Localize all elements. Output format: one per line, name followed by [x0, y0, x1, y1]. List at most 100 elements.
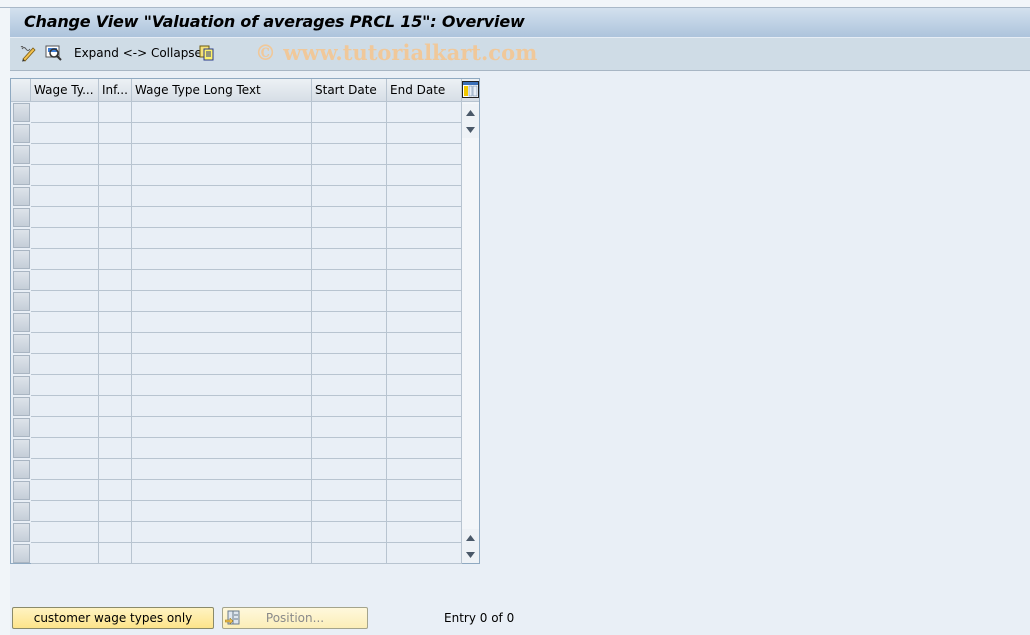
- table-cell[interactable]: [31, 480, 99, 501]
- table-cell[interactable]: [99, 333, 132, 354]
- table-cell[interactable]: [387, 480, 462, 501]
- row-selector[interactable]: [13, 397, 30, 416]
- table-cell[interactable]: [31, 228, 99, 249]
- table-cell[interactable]: [31, 249, 99, 270]
- row-selector[interactable]: [13, 250, 30, 269]
- table-cell[interactable]: [99, 354, 132, 375]
- table-cell[interactable]: [99, 438, 132, 459]
- table-cell[interactable]: [312, 249, 387, 270]
- table-cell[interactable]: [132, 354, 312, 375]
- row-selector[interactable]: [13, 439, 30, 458]
- table-cell[interactable]: [132, 438, 312, 459]
- table-cell[interactable]: [312, 375, 387, 396]
- find-button[interactable]: [45, 44, 63, 62]
- table-cell[interactable]: [31, 312, 99, 333]
- table-cell[interactable]: [312, 291, 387, 312]
- table-cell[interactable]: [387, 228, 462, 249]
- table-cell[interactable]: [31, 207, 99, 228]
- table-cell[interactable]: [31, 333, 99, 354]
- table-cell[interactable]: [31, 102, 99, 123]
- table-cell[interactable]: [312, 207, 387, 228]
- table-cell[interactable]: [132, 501, 312, 522]
- table-cell[interactable]: [132, 480, 312, 501]
- row-selector[interactable]: [13, 103, 30, 122]
- customer-wage-types-only-button[interactable]: customer wage types only: [12, 607, 214, 629]
- table-cell[interactable]: [99, 249, 132, 270]
- row-selector[interactable]: [13, 292, 30, 311]
- table-cell[interactable]: [31, 375, 99, 396]
- table-cell[interactable]: [387, 501, 462, 522]
- vertical-scrollbar[interactable]: [462, 102, 479, 563]
- table-cell[interactable]: [312, 438, 387, 459]
- table-cell[interactable]: [99, 123, 132, 144]
- copy-button[interactable]: [199, 44, 215, 62]
- table-cell[interactable]: [132, 291, 312, 312]
- table-cell[interactable]: [132, 249, 312, 270]
- scroll-up-button[interactable]: [462, 104, 479, 121]
- table-cell[interactable]: [387, 375, 462, 396]
- table-cell[interactable]: [31, 543, 99, 564]
- table-cell[interactable]: [99, 291, 132, 312]
- table-cell[interactable]: [31, 186, 99, 207]
- table-cell[interactable]: [312, 459, 387, 480]
- table-cell[interactable]: [312, 417, 387, 438]
- table-cell[interactable]: [387, 123, 462, 144]
- table-cell[interactable]: [31, 417, 99, 438]
- table-cell[interactable]: [387, 270, 462, 291]
- scroll-page-up-button[interactable]: [462, 529, 479, 546]
- table-cell[interactable]: [99, 459, 132, 480]
- table-cell[interactable]: [312, 144, 387, 165]
- display-change-button[interactable]: [20, 44, 38, 62]
- row-selector[interactable]: [13, 460, 30, 479]
- table-cell[interactable]: [387, 543, 462, 564]
- row-selector[interactable]: [13, 145, 30, 164]
- scroll-down-button[interactable]: [462, 121, 479, 138]
- table-cell[interactable]: [387, 102, 462, 123]
- row-selector[interactable]: [13, 313, 30, 332]
- table-cell[interactable]: [387, 354, 462, 375]
- column-header-wage-type[interactable]: Wage Ty...: [31, 79, 99, 101]
- table-cell[interactable]: [31, 354, 99, 375]
- column-header-end-date[interactable]: End Date: [387, 79, 462, 101]
- table-cell[interactable]: [387, 207, 462, 228]
- table-cell[interactable]: [387, 144, 462, 165]
- table-cell[interactable]: [387, 333, 462, 354]
- table-cell[interactable]: [31, 123, 99, 144]
- table-cell[interactable]: [132, 396, 312, 417]
- table-cell[interactable]: [312, 186, 387, 207]
- row-selector[interactable]: [13, 187, 30, 206]
- table-cell[interactable]: [99, 165, 132, 186]
- table-cell[interactable]: [99, 501, 132, 522]
- table-cell[interactable]: [387, 312, 462, 333]
- table-cell[interactable]: [312, 270, 387, 291]
- table-cell[interactable]: [132, 375, 312, 396]
- table-cell[interactable]: [31, 270, 99, 291]
- row-selector[interactable]: [13, 229, 30, 248]
- table-cell[interactable]: [132, 207, 312, 228]
- row-selector[interactable]: [13, 544, 30, 563]
- table-cell[interactable]: [132, 186, 312, 207]
- table-cell[interactable]: [387, 186, 462, 207]
- position-button[interactable]: Position...: [222, 607, 368, 629]
- table-cell[interactable]: [387, 165, 462, 186]
- table-cell[interactable]: [312, 165, 387, 186]
- row-selector[interactable]: [13, 502, 30, 521]
- table-cell[interactable]: [387, 522, 462, 543]
- table-cell[interactable]: [312, 333, 387, 354]
- table-cell[interactable]: [99, 312, 132, 333]
- table-cell[interactable]: [312, 501, 387, 522]
- table-cell[interactable]: [99, 270, 132, 291]
- table-cell[interactable]: [99, 228, 132, 249]
- table-cell[interactable]: [132, 522, 312, 543]
- row-selector[interactable]: [13, 124, 30, 143]
- table-cell[interactable]: [132, 123, 312, 144]
- table-cell[interactable]: [132, 270, 312, 291]
- row-selector[interactable]: [13, 523, 30, 542]
- table-cell[interactable]: [312, 228, 387, 249]
- table-cell[interactable]: [99, 396, 132, 417]
- table-cell[interactable]: [132, 144, 312, 165]
- row-selector[interactable]: [13, 418, 30, 437]
- row-selector[interactable]: [13, 334, 30, 353]
- table-cell[interactable]: [132, 102, 312, 123]
- table-cell[interactable]: [312, 480, 387, 501]
